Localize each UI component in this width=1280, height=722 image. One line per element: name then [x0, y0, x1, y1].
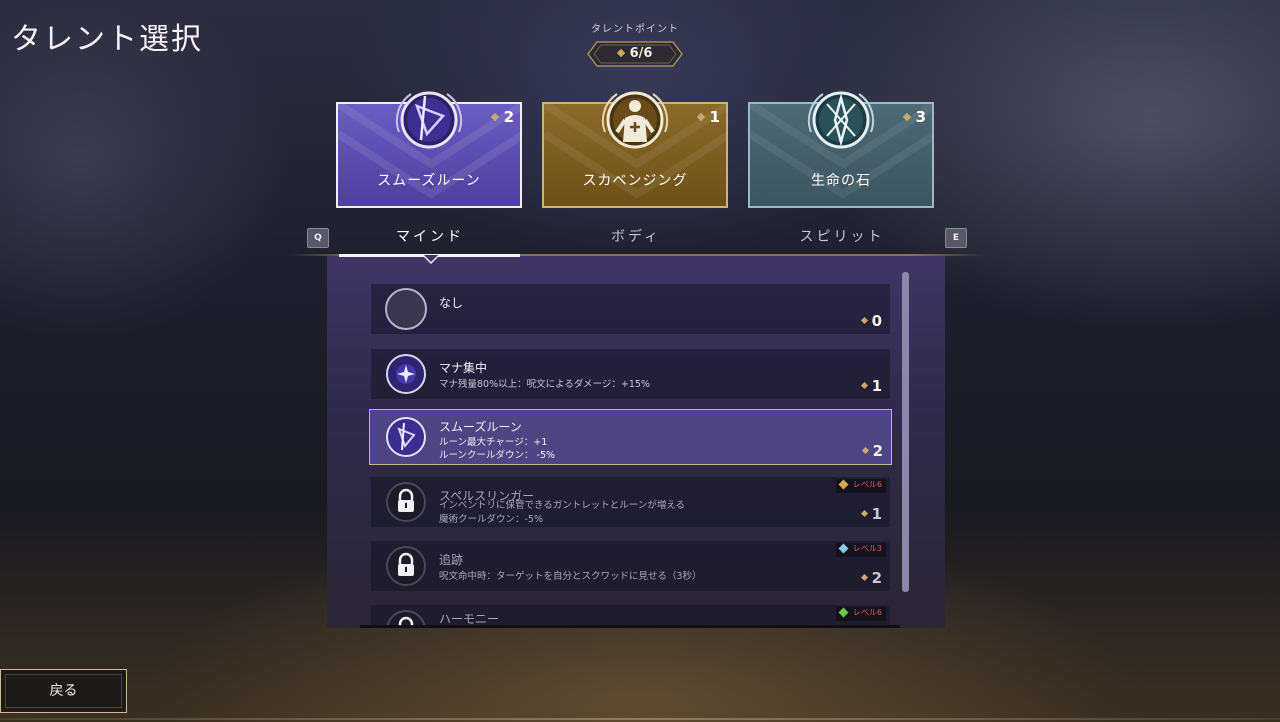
cost-diamond-icon — [490, 112, 499, 121]
lock-icon — [385, 481, 427, 523]
talent-cost: 2 — [871, 569, 882, 587]
talent-points-value: 6/6 — [629, 46, 653, 61]
level-requirement-badge: レベル6 — [835, 479, 886, 493]
talent-row-clip: ハーモニー レベル6 — [371, 605, 890, 626]
cost-diamond-icon — [860, 509, 868, 518]
cost-diamond-icon — [860, 316, 868, 325]
life-stone-icon — [803, 82, 879, 158]
talent-name: 追跡 — [439, 553, 464, 567]
talent-cost: 2 — [872, 442, 883, 460]
tab-spirit[interactable]: スピリット — [752, 226, 932, 246]
category-card-smooth-rune[interactable]: 2 スムーズルーン — [336, 91, 522, 208]
card-cost: 1 — [709, 108, 720, 126]
empty-slot-icon — [385, 288, 427, 330]
tab-bar: Q マインド ボディ スピリット E — [0, 222, 1280, 248]
tab-body[interactable]: ボディ — [546, 226, 726, 246]
card-cost: 2 — [503, 108, 514, 126]
talent-row-mana-focus[interactable]: マナ集中 マナ残量80%以上：呪文によるダメージ：+15% 1 — [371, 349, 890, 399]
talent-points-label: タレントポイント — [591, 24, 679, 35]
talent-name: マナ集中 — [439, 361, 488, 375]
talent-cost: 0 — [871, 312, 882, 330]
card-cost: 3 — [915, 108, 926, 126]
cost-diamond-icon — [902, 112, 911, 121]
talent-list-scrollbar[interactable] — [902, 272, 909, 592]
lock-icon — [385, 609, 427, 626]
talent-name: スムーズルーン — [439, 420, 522, 434]
list-bottom-edge — [360, 625, 900, 628]
card-name: スカベンジング — [582, 173, 688, 189]
smooth-rune-icon — [391, 82, 467, 158]
talent-point-diamond-icon — [616, 48, 625, 57]
talent-row-none[interactable]: なし 0 — [371, 284, 890, 334]
back-button-label: 戻る — [49, 683, 78, 699]
talent-desc: インベントリに保管できるガントレットとルーンが増える — [439, 500, 686, 511]
back-button[interactable]: 戻る — [0, 669, 127, 713]
prev-tab-key[interactable]: Q — [307, 228, 329, 248]
cost-diamond-icon — [860, 573, 868, 582]
level-gem-icon — [838, 543, 849, 554]
talent-points-badge: 6/6 — [587, 41, 683, 67]
category-card-life-stone[interactable]: 3 生命の石 — [748, 91, 934, 208]
cost-diamond-icon — [861, 446, 869, 455]
level-requirement-badge: レベル3 — [835, 543, 886, 557]
talent-desc: マナ残量80%以上：呪文によるダメージ：+15% — [439, 379, 650, 390]
category-card-scavenging[interactable]: 1 スカベンジング — [542, 91, 728, 208]
talent-desc: 呪文命中時：ターゲットを自分とスクワッドに見せる（3秒） — [439, 571, 702, 582]
tab-mind[interactable]: マインド — [340, 226, 520, 246]
talent-desc: 魔術クールダウン：-5% — [439, 514, 543, 525]
talent-cost: 1 — [871, 377, 882, 395]
talent-row-spellslinger[interactable]: スペルスリンガー インベントリに保管できるガントレットとルーンが増える 魔術クー… — [371, 477, 890, 527]
cost-diamond-icon — [860, 381, 868, 390]
card-name: スムーズルーン — [377, 173, 481, 189]
talent-name: なし — [439, 296, 464, 310]
card-name: 生命の石 — [811, 173, 871, 189]
cost-diamond-icon — [696, 112, 705, 121]
next-tab-key[interactable]: E — [945, 228, 967, 248]
level-gem-icon — [838, 479, 849, 490]
bottom-divider — [0, 718, 1280, 720]
level-requirement-badge: レベル6 — [835, 607, 886, 621]
talent-row-tracking[interactable]: 追跡 呪文命中時：ターゲットを自分とスクワッドに見せる（3秒） レベル3 2 — [371, 541, 890, 591]
talent-row-smooth-rune[interactable]: スムーズルーン ルーン最大チャージ：+1 ルーンクールダウン： -5% 2 — [369, 409, 892, 465]
mana-star-icon — [385, 353, 427, 395]
scavenging-icon — [597, 82, 673, 158]
level-gem-icon — [838, 607, 849, 618]
lock-icon — [385, 545, 427, 587]
talent-cost: 1 — [871, 505, 882, 523]
talent-desc: ルーン最大チャージ：+1 — [439, 437, 548, 448]
talent-row-harmony[interactable]: ハーモニー レベル6 — [371, 605, 890, 626]
talent-desc: ルーンクールダウン： -5% — [439, 450, 556, 461]
talent-name: ハーモニー — [439, 612, 500, 626]
smooth-rune-icon — [385, 416, 427, 458]
